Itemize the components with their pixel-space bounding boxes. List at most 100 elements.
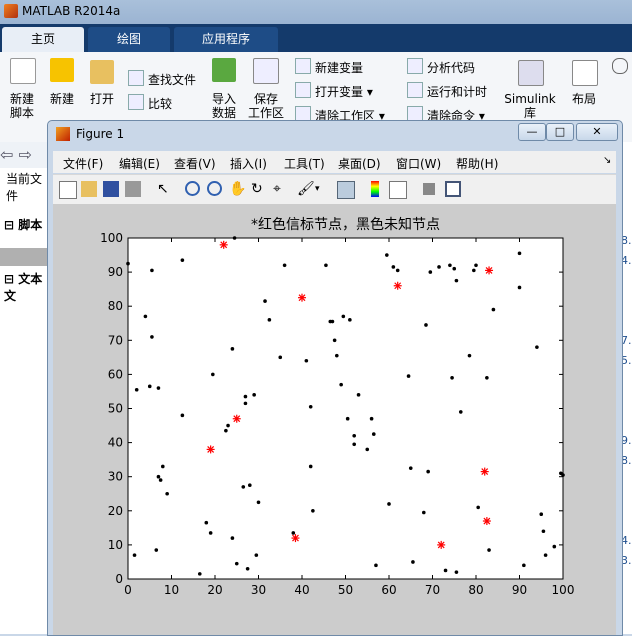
unknown-node-point <box>452 266 457 271</box>
menu-edit[interactable]: 编辑(E) <box>119 155 160 172</box>
unknown-node-point <box>243 394 248 399</box>
compare-button[interactable]: 比较 <box>128 94 172 112</box>
rotate-icon[interactable]: ↻ <box>251 181 267 197</box>
unknown-node-point <box>150 268 154 273</box>
y-tick-label: 0 <box>115 572 123 586</box>
unknown-node-point <box>197 572 202 576</box>
new-script-button[interactable]: 新建 脚本 <box>4 92 40 120</box>
pointer-icon[interactable]: ↖ <box>157 181 173 197</box>
menu-tools[interactable]: 工具(T) <box>284 155 325 172</box>
brush-dropdown-icon[interactable]: ▾ <box>315 181 331 197</box>
unknown-node-point <box>267 318 272 322</box>
tab-plots[interactable]: 绘图 <box>88 27 170 52</box>
simulink-icon <box>518 60 544 86</box>
unknown-node-point <box>282 263 287 268</box>
simulink-library-button[interactable]: Simulink 库 <box>502 92 558 120</box>
menu-help[interactable]: 帮助(H) <box>456 155 498 172</box>
link-icon[interactable] <box>337 181 355 199</box>
unknown-node-point <box>485 376 489 380</box>
figure-title-bar[interactable]: Figure 1 — □ ✕ <box>48 121 622 147</box>
save-icon[interactable] <box>103 181 119 197</box>
show-plot-tools-icon[interactable] <box>445 181 461 197</box>
new-button[interactable]: 新建 <box>46 92 78 106</box>
legend-icon[interactable] <box>389 181 407 199</box>
beacon-node-point <box>485 266 494 275</box>
open-folder-icon <box>90 60 114 84</box>
unknown-node-point <box>387 502 391 506</box>
unknown-node-point <box>352 433 357 438</box>
open-button[interactable]: 打开 <box>86 92 118 106</box>
y-tick-label: 20 <box>108 504 123 518</box>
zoom-out-icon[interactable] <box>207 181 222 196</box>
unknown-node-point <box>278 355 283 360</box>
chart-title: *红色信标节点，黑色未知节点 <box>251 216 440 233</box>
find-files-button[interactable]: 查找文件 <box>128 70 196 88</box>
save-workspace-button[interactable]: 保存 工作区 <box>246 92 286 120</box>
close-button[interactable]: ✕ <box>576 123 618 141</box>
unknown-node-point <box>408 466 413 470</box>
y-tick-label: 50 <box>108 402 123 416</box>
open-file-icon[interactable] <box>81 181 97 197</box>
y-tick-label: 40 <box>108 436 123 450</box>
unknown-node-point <box>226 423 230 428</box>
x-tick-label: 20 <box>207 583 222 597</box>
scatter-plot[interactable]: *红色信标节点，黑色未知节点 0 10 20 30 40 50 60 70 80 90 100 0 10 2… <box>53 204 616 635</box>
new-figure-icon[interactable] <box>59 181 77 199</box>
menu-window[interactable]: 窗口(W) <box>396 155 441 172</box>
minimize-button[interactable]: — <box>518 123 546 141</box>
x-tick-label: 40 <box>294 583 309 597</box>
unknown-node-point <box>352 442 357 447</box>
x-tick-label: 100 <box>552 583 575 597</box>
tab-home[interactable]: 主页 <box>2 27 84 52</box>
save-workspace-icon <box>253 58 279 84</box>
unknown-node-point <box>165 491 169 496</box>
selected-file-row[interactable] <box>0 248 50 266</box>
unknown-node-point <box>330 319 335 324</box>
unknown-node-point <box>245 566 250 571</box>
unknown-node-point <box>454 278 459 283</box>
zoom-in-icon[interactable] <box>185 181 200 196</box>
unknown-node-point <box>365 447 370 452</box>
open-variable-icon <box>295 82 311 98</box>
text-docs-group[interactable]: ⊟ 文本文 <box>4 270 50 304</box>
pan-icon[interactable]: ✋ <box>229 181 246 197</box>
y-tick-label: 80 <box>108 299 123 313</box>
run-and-time-button[interactable]: 运行和计时 <box>407 82 487 100</box>
figure-toolbar: ↖ ✋ ↻ ⌖ 🖌 ▾ <box>53 174 616 205</box>
menu-view[interactable]: 查看(V) <box>174 155 216 172</box>
menu-insert[interactable]: 插入(I) <box>230 155 267 172</box>
data-cursor-icon[interactable]: ⌖ <box>273 181 289 197</box>
scripts-group[interactable]: ⊟ 脚本 <box>4 216 42 233</box>
open-variable-button[interactable]: 打开变量 ▾ <box>295 82 373 100</box>
unknown-node-point <box>254 553 259 557</box>
analyze-code-button[interactable]: 分析代码 <box>407 58 475 76</box>
dock-arrow-icon[interactable]: ↘ <box>603 155 611 166</box>
unknown-node-point <box>428 270 433 274</box>
menu-desktop[interactable]: 桌面(D) <box>338 155 381 172</box>
new-variable-button[interactable]: 新建变量 <box>295 58 363 76</box>
print-icon[interactable] <box>125 181 141 197</box>
tab-apps[interactable]: 应用程序 <box>174 27 278 52</box>
unknown-node-point <box>561 473 565 477</box>
beacon-node-point <box>482 517 491 526</box>
unknown-node-point <box>126 261 130 266</box>
layout-button[interactable]: 布局 <box>566 92 602 106</box>
beacon-node-point <box>219 240 228 249</box>
unknown-node-point <box>252 393 256 397</box>
new-variable-icon <box>295 58 311 74</box>
colorbar-icon[interactable] <box>371 181 379 197</box>
hide-plot-tools-icon[interactable] <box>423 183 435 195</box>
beacon-node-point <box>232 414 241 423</box>
unknown-node-point <box>158 478 163 482</box>
maximize-button[interactable]: □ <box>546 123 574 141</box>
find-files-label: 查找文件 <box>148 73 197 87</box>
beacon-node-point <box>298 293 306 302</box>
unknown-node-point <box>332 338 337 343</box>
import-data-button[interactable]: 导入 数据 <box>206 92 242 120</box>
brush-icon[interactable]: 🖌 <box>297 181 315 197</box>
menu-file[interactable]: 文件(F) <box>63 155 103 172</box>
preferences-gear-icon[interactable] <box>612 58 628 74</box>
current-folder-label: 当前文件 <box>6 172 43 203</box>
nav-arrows[interactable]: ⇦ ⇨ <box>0 142 50 168</box>
unknown-node-point <box>156 386 161 390</box>
